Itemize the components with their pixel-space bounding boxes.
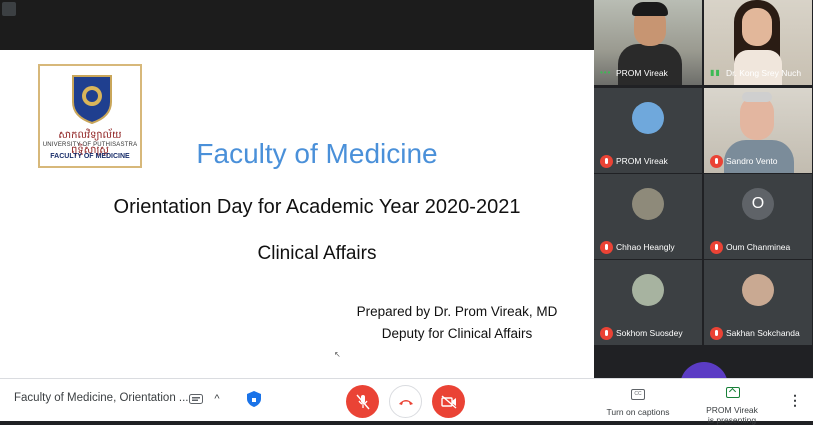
mouse-cursor-icon: ↖ [334,350,341,359]
toggle-camera-button[interactable] [432,385,465,418]
captions-button[interactable]: CC Turn on captions [600,385,676,419]
logo-university-name: UNIVERSITY OF PUTHISASTRA [42,142,138,148]
mic-off-icon [355,394,370,409]
participant-name: Dr. Kong Srey Nuch [726,68,802,78]
participant-name: Sandro Vento [726,156,778,166]
participant-name: PROM Vireak [616,68,668,78]
participant-tile[interactable]: ▮▮ Dr. Kong Srey Nuch [704,0,812,85]
presentation-slide: សាកលវិទ្យាល័យ ពុទ្ធិសាស្ត្រ UNIVERSITY O… [0,50,594,378]
avatar [632,102,664,134]
participant-name: Sokhom Suosdey [616,328,683,338]
participant-tile[interactable]: O Oum Chanminea [704,174,812,259]
captions-label: Turn on captions [606,407,670,417]
participant-tile[interactable]: ••• PROM Vireak [594,0,702,85]
prepared-by: Prepared by Dr. Prom Vireak, MD [356,304,558,319]
presenting-status: is presenting [707,415,757,425]
mic-muted-icon [600,327,613,340]
audio-level-icon: ▮▮ [710,68,721,77]
avatar [742,274,774,306]
participant-tile[interactable]: PROM Vireak [594,88,702,173]
participant-tile[interactable]: Sandro Vento [704,88,812,173]
logo-faculty-name: FACULTY OF MEDICINE [50,153,130,160]
mic-muted-icon [710,327,723,340]
top-video-strip [0,0,594,50]
closed-captions-icon[interactable] [188,391,204,407]
leave-call-button[interactable] [389,385,422,418]
present-screen-icon [726,387,740,398]
meeting-details-title[interactable]: Faculty of Medicine, Orientation ... [14,392,189,404]
participant-tile[interactable]: Sokhom Suosdey [594,260,702,345]
mic-muted-icon [600,241,613,254]
avatar [632,274,664,306]
shield-crest-icon [72,75,112,124]
avatar [632,188,664,220]
chevron-up-icon[interactable]: ^ [210,391,224,407]
mic-muted-icon [710,155,723,168]
participant-grid: ••• PROM Vireak ▮▮ Dr. Kong Srey Nuch PR… [594,0,813,346]
mute-microphone-button[interactable] [346,385,379,418]
participant-tile[interactable]: Sakhan Sokchanda [704,260,812,345]
captions-icon: CC [631,389,645,400]
slide-section: Clinical Affairs [257,243,377,264]
presenter-role: Deputy for Clinical Affairs [381,326,533,341]
security-shield-icon[interactable] [244,389,264,409]
presenting-button[interactable]: PROM Vireak is presenting [690,383,774,425]
camera-off-icon [440,394,456,409]
mic-muted-icon [600,155,613,168]
participant-name: Sakhan Sokchanda [726,328,800,338]
mic-muted-icon [710,241,723,254]
participant-name: PROM Vireak [616,156,668,166]
participant-tile[interactable]: Chhao Heangly [594,174,702,259]
participant-name: Chhao Heangly [616,242,675,252]
bottom-toolbar: Faculty of Medicine, Orientation ... ^ C… [0,378,813,425]
slide-title: Faculty of Medicine [196,138,438,169]
university-logo: សាកលវិទ្យាល័យ ពុទ្ធិសាស្ត្រ UNIVERSITY O… [38,64,142,168]
window-corner-icon [2,2,16,16]
speaking-indicator-icon: ••• [600,68,612,77]
participant-name: Oum Chanminea [726,242,791,252]
hang-up-icon [398,399,413,405]
presenter-name: PROM Vireak [706,405,758,415]
avatar-initial: O [742,188,774,220]
slide-subtitle: Orientation Day for Academic Year 2020-2… [113,196,521,218]
more-options-icon[interactable]: ⋮ [788,391,802,409]
